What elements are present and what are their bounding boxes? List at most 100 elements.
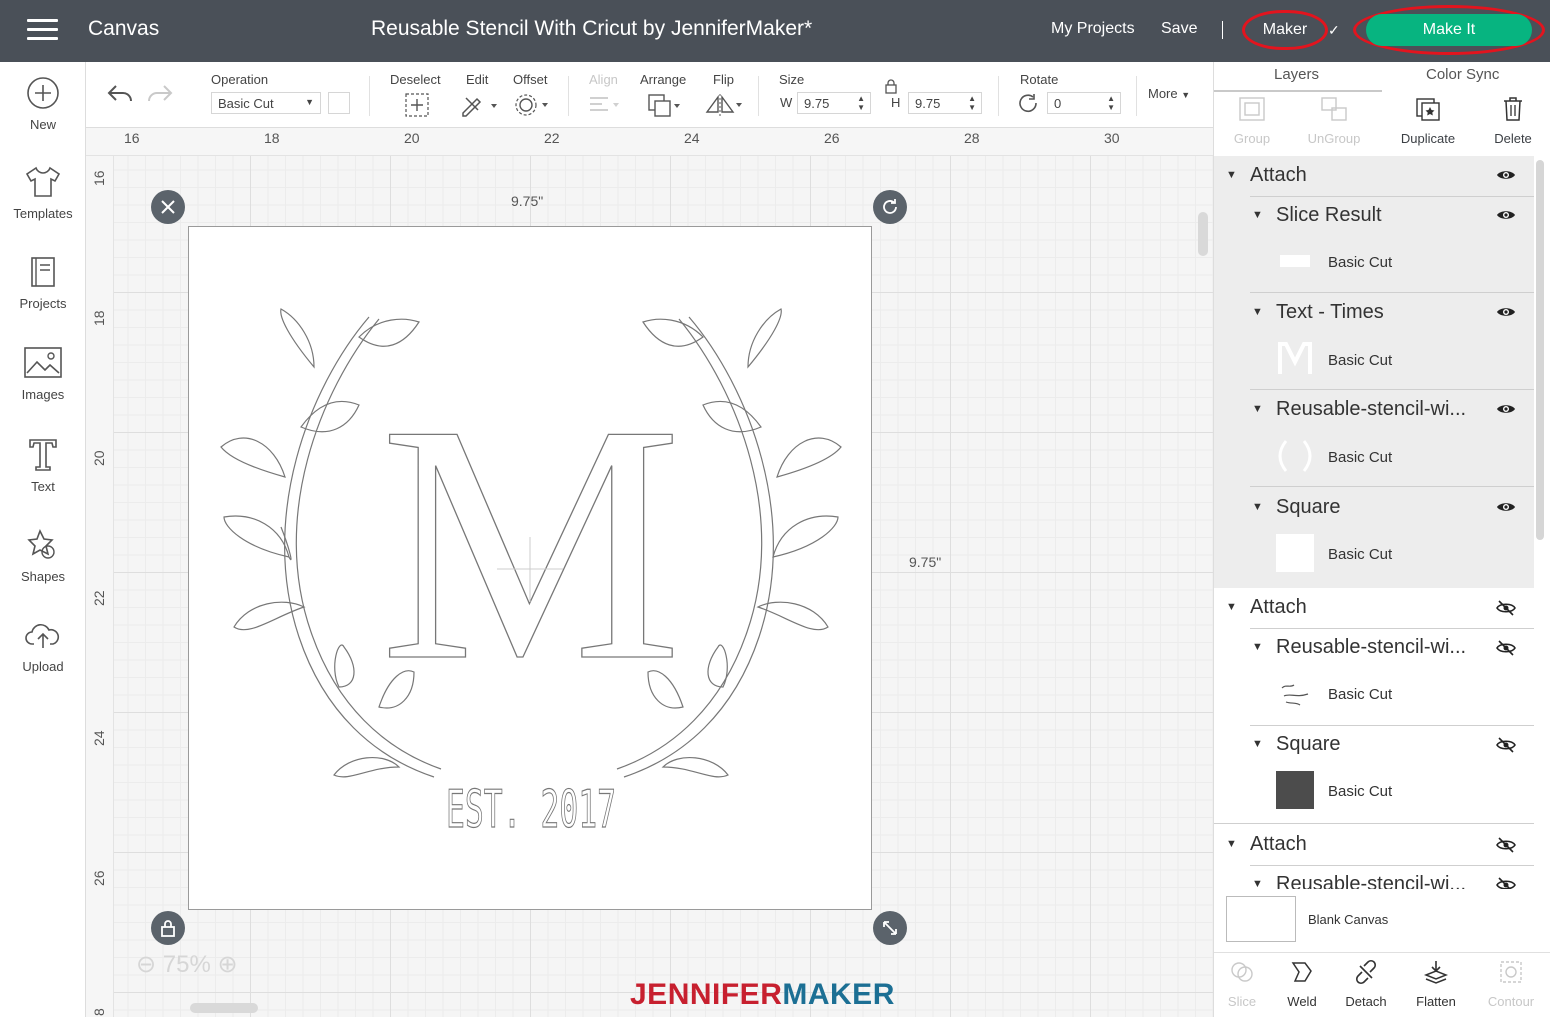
eye-icon[interactable] bbox=[1496, 168, 1516, 182]
make-it-button[interactable]: Make It bbox=[1366, 14, 1532, 46]
operation-select[interactable]: Basic Cut ▼ bbox=[211, 92, 321, 114]
eye-off-icon[interactable] bbox=[1496, 737, 1516, 753]
vertical-scrollbar[interactable] bbox=[1198, 212, 1208, 256]
caret-down-icon[interactable]: ▼ bbox=[1226, 169, 1237, 181]
caret-down-icon[interactable]: ▼ bbox=[1252, 501, 1263, 513]
layer-slice-result[interactable]: ▼ Slice Result bbox=[1214, 196, 1534, 236]
height-input[interactable]: 9.75 ▲ ▼ bbox=[908, 92, 982, 114]
document-title: Reusable Stencil With Cricut by Jennifer… bbox=[371, 17, 813, 40]
tab-layers[interactable]: Layers bbox=[1274, 66, 1319, 83]
more-button[interactable]: More ▼ bbox=[1148, 86, 1190, 101]
more-label: More bbox=[1148, 86, 1178, 101]
offset-label: Offset bbox=[513, 72, 548, 87]
offset-icon[interactable] bbox=[514, 92, 552, 118]
layer-reusable-stencil-2[interactable]: ▼ Reusable-stencil-wi... bbox=[1214, 628, 1534, 668]
ungroup-icon bbox=[1321, 97, 1347, 121]
layer-reusable-stencil-3[interactable]: ▼ Reusable-stencil-wi... bbox=[1214, 865, 1534, 889]
horizontal-scrollbar[interactable] bbox=[190, 1003, 258, 1013]
flip-icon[interactable] bbox=[704, 92, 744, 118]
projects-button[interactable]: Projects bbox=[0, 255, 86, 313]
redo-icon[interactable] bbox=[146, 82, 174, 106]
caret-down-icon[interactable]: ▼ bbox=[1252, 403, 1263, 415]
upload-button[interactable]: Upload bbox=[0, 618, 86, 676]
width-input[interactable]: 9.75 ▲ ▼ bbox=[797, 92, 871, 114]
eye-icon[interactable] bbox=[1496, 208, 1516, 222]
templates-button[interactable]: Templates bbox=[0, 165, 86, 223]
layers-list[interactable]: ▼ Attach ▼ Slice Result Basic Cut ▼ Text… bbox=[1214, 156, 1534, 889]
eye-off-icon[interactable] bbox=[1496, 640, 1516, 656]
blank-canvas-swatch[interactable] bbox=[1226, 896, 1296, 942]
delete-handle[interactable] bbox=[151, 190, 185, 224]
layer-name: Square bbox=[1276, 496, 1341, 518]
eye-icon[interactable] bbox=[1496, 305, 1516, 319]
caret-down-icon[interactable]: ▼ bbox=[1252, 878, 1263, 889]
detach-button[interactable]: Detach bbox=[1344, 959, 1388, 1009]
menu-icon[interactable] bbox=[27, 19, 58, 41]
layer-group-attach-2[interactable]: ▼ Attach bbox=[1214, 588, 1534, 628]
ungroup-button[interactable]: UnGroup bbox=[1302, 96, 1366, 146]
machine-select-button[interactable]: Maker bbox=[1242, 10, 1328, 50]
new-label: New bbox=[29, 117, 56, 132]
eye-off-icon[interactable] bbox=[1496, 877, 1516, 889]
eye-off-icon[interactable] bbox=[1496, 837, 1516, 853]
layer-square-2[interactable]: ▼ Square bbox=[1214, 725, 1534, 765]
stepper-icon[interactable]: ▲ ▼ bbox=[857, 94, 865, 112]
eye-off-icon[interactable] bbox=[1496, 600, 1516, 616]
layer-reusable-stencil[interactable]: ▼ Reusable-stencil-wi... bbox=[1214, 390, 1534, 430]
stepper-icon[interactable]: ▲ ▼ bbox=[1107, 94, 1115, 112]
edit-tools-icon[interactable] bbox=[460, 92, 498, 118]
tab-color-sync[interactable]: Color Sync bbox=[1426, 66, 1499, 83]
layer-square[interactable]: ▼ Square bbox=[1214, 488, 1534, 528]
zoom-control[interactable]: ⊖ 75% ⊕ bbox=[136, 950, 238, 979]
deselect-icon[interactable] bbox=[404, 92, 430, 118]
duplicate-button[interactable]: Duplicate bbox=[1396, 96, 1460, 146]
slice-button[interactable]: Slice bbox=[1222, 959, 1262, 1009]
layer-group-attach-3[interactable]: ▼ Attach bbox=[1214, 825, 1534, 865]
caret-down-icon[interactable]: ▼ bbox=[1252, 738, 1263, 750]
shapes-button[interactable]: Shapes bbox=[0, 528, 86, 586]
eye-icon[interactable] bbox=[1496, 402, 1516, 416]
app-title: Canvas bbox=[88, 17, 160, 40]
dropdown-arrow-icon: ▼ bbox=[305, 97, 314, 107]
stencil-design[interactable]: M EST. 2017 bbox=[188, 226, 872, 910]
ruler-tick: 22 bbox=[544, 130, 560, 146]
rotate-input[interactable]: 0 ▲ ▼ bbox=[1047, 92, 1121, 114]
text-button[interactable]: Text bbox=[0, 436, 86, 496]
lock-icon[interactable] bbox=[884, 78, 898, 94]
lock-handle[interactable] bbox=[151, 911, 185, 945]
edit-label: Edit bbox=[466, 72, 489, 87]
contour-button[interactable]: Contour bbox=[1484, 959, 1538, 1009]
eye-icon[interactable] bbox=[1496, 500, 1516, 514]
stepper-icon[interactable]: ▲ ▼ bbox=[968, 94, 976, 112]
layer-operation: Basic Cut bbox=[1328, 449, 1393, 466]
caret-down-icon[interactable]: ▼ bbox=[1252, 209, 1263, 221]
delete-button[interactable]: Delete bbox=[1490, 96, 1536, 146]
layers-scrollbar[interactable] bbox=[1536, 160, 1544, 540]
images-button[interactable]: Images bbox=[0, 346, 86, 404]
resize-handle[interactable] bbox=[873, 911, 907, 945]
caret-down-icon[interactable]: ▼ bbox=[1226, 601, 1237, 613]
layer-text-times[interactable]: ▼ Text - Times bbox=[1214, 293, 1534, 333]
weld-button[interactable]: Weld bbox=[1282, 959, 1322, 1009]
save-button[interactable]: Save bbox=[1161, 20, 1197, 38]
layer-name: Square bbox=[1276, 733, 1341, 755]
weld-icon bbox=[1291, 962, 1312, 982]
group-button[interactable]: Group bbox=[1232, 96, 1272, 146]
color-swatch[interactable] bbox=[328, 92, 350, 114]
slice-icon bbox=[1231, 962, 1253, 982]
ruler-tick: 28 bbox=[964, 130, 980, 146]
top-bar: Canvas Reusable Stencil With Cricut by J… bbox=[0, 0, 1550, 62]
height-dimension: 9.75" bbox=[909, 554, 942, 570]
layer-group-attach[interactable]: ▼ Attach bbox=[1214, 156, 1534, 196]
undo-icon[interactable] bbox=[106, 82, 134, 106]
caret-down-icon[interactable]: ▼ bbox=[1252, 306, 1263, 318]
flatten-button[interactable]: Flatten bbox=[1414, 959, 1458, 1009]
layers-panel: Layers Color Sync Group UnGroup Duplicat… bbox=[1213, 62, 1550, 1017]
layer-thumbnail bbox=[1278, 440, 1312, 472]
caret-down-icon[interactable]: ▼ bbox=[1226, 838, 1237, 850]
arrange-icon[interactable] bbox=[646, 92, 684, 120]
caret-down-icon[interactable]: ▼ bbox=[1252, 641, 1263, 653]
my-projects-link[interactable]: My Projects bbox=[1051, 20, 1135, 38]
rotate-handle[interactable] bbox=[873, 190, 907, 224]
new-button[interactable]: New bbox=[0, 76, 86, 134]
